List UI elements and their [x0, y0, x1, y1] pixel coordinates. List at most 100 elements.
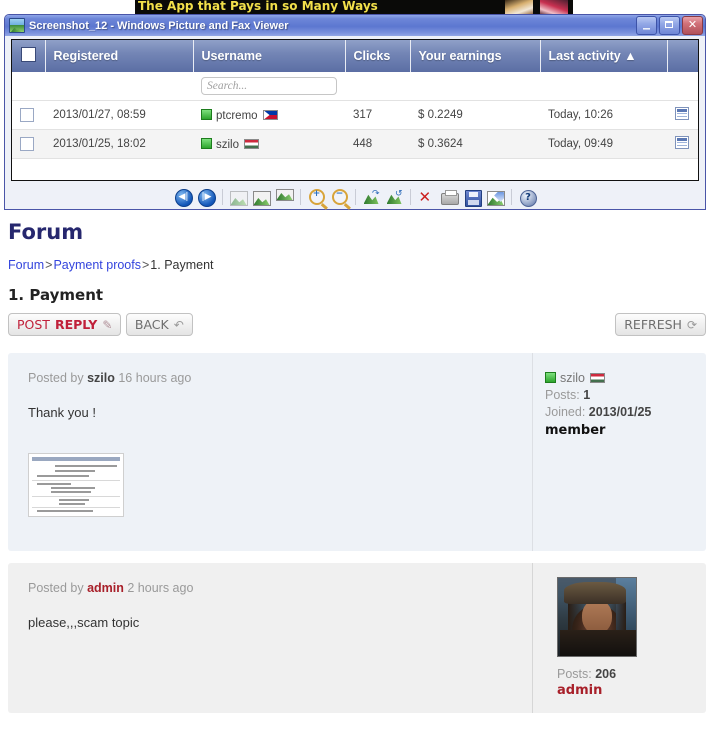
column-header-select-all[interactable]: [12, 40, 46, 72]
viewer-window-title: Screenshot_12 - Windows Picture and Fax …: [29, 19, 289, 32]
post-text: Thank you !: [28, 405, 96, 420]
maximize-button[interactable]: [659, 16, 680, 35]
banner-ad-text: The App that Pays in so Many Ways: [138, 0, 378, 13]
back-button[interactable]: BACK ↶: [125, 313, 193, 336]
posts-value: 206: [595, 667, 617, 681]
toolbar-separator: [507, 188, 516, 206]
cell-details-action[interactable]: [667, 129, 698, 159]
thumbnail-line: [59, 503, 85, 505]
thumbnail-rule: [32, 496, 120, 497]
banner-ad[interactable]: The App that Pays in so Many Ways: [0, 0, 714, 15]
sidebar-author-name[interactable]: szilo: [560, 371, 585, 385]
zoom-out-icon[interactable]: −: [328, 187, 351, 207]
column-header-registered[interactable]: Registered: [45, 40, 194, 72]
sidebar-rank-badge: admin: [557, 683, 603, 698]
close-button[interactable]: ✕: [682, 16, 703, 35]
viewer-title-bar[interactable]: Screenshot_12 - Windows Picture and Fax …: [5, 15, 705, 36]
refresh-icon: ⟳: [686, 317, 697, 332]
joined-value: 2013/01/25: [588, 405, 652, 419]
actual-size-icon[interactable]: [250, 187, 273, 207]
sidebar-posts-count: Posts: 206: [557, 667, 706, 681]
search-row-spacer-4: [410, 72, 540, 101]
post-reply-button[interactable]: POST REPLY ✎: [8, 313, 122, 336]
post-author-sidebar: Posts: 206 admin: [532, 563, 706, 713]
search-row-spacer-2: [45, 72, 193, 101]
thumbnail-line: [51, 487, 95, 489]
table-row[interactable]: 2013/01/25, 18:02 szilo 448 $ 0.3624 Tod…: [12, 129, 698, 159]
row-checkbox[interactable]: [20, 108, 34, 122]
column-header-username[interactable]: Username: [193, 40, 346, 72]
select-all-checkbox[interactable]: [21, 47, 36, 62]
rotate-counterclockwise-icon[interactable]: ↺: [383, 187, 406, 207]
username-label: szilo: [216, 138, 240, 151]
search-row-spacer-3: [345, 72, 410, 101]
posts-value: 1: [583, 388, 591, 402]
avatar-hat: [564, 582, 626, 604]
post-reply-label-a: POST: [17, 317, 50, 332]
breadcrumb-link-forum[interactable]: Forum: [8, 258, 44, 272]
topic-title: 1. Payment: [8, 286, 104, 304]
picture-icon: [9, 18, 25, 33]
thumbnail-rule: [32, 507, 120, 508]
row-select-cell[interactable]: [12, 100, 45, 130]
search-input[interactable]: Search...: [201, 77, 337, 95]
close-icon: ✕: [687, 18, 698, 31]
best-fit-icon[interactable]: [227, 187, 250, 207]
banner-thumb-2: [540, 0, 568, 15]
cell-earnings: $ 0.2249: [410, 100, 540, 130]
thumbnail-line: [59, 499, 89, 501]
online-status-icon: [201, 108, 212, 120]
sidebar-rank-badge: member: [545, 423, 606, 438]
table-search-row: Search...: [12, 72, 698, 101]
cell-details-action[interactable]: [667, 100, 698, 130]
minimize-button[interactable]: _: [636, 15, 657, 35]
row-select-cell[interactable]: [12, 129, 45, 159]
maximize-icon: [665, 21, 673, 28]
cell-clicks: 448: [345, 129, 410, 159]
breadcrumb-separator: >: [45, 258, 53, 272]
help-icon[interactable]: ?: [516, 187, 539, 207]
column-header-actions: [667, 40, 698, 72]
sidebar-posts-count: Posts: 1: [545, 388, 706, 402]
back-arrow-icon: ↶: [173, 317, 184, 332]
details-grid-icon[interactable]: [675, 107, 689, 120]
window-controls: _ ✕: [636, 15, 703, 35]
thumbnail-line: [55, 465, 117, 467]
print-icon[interactable]: [438, 187, 461, 207]
previous-image-icon[interactable]: ◀|: [172, 187, 195, 207]
details-grid-icon[interactable]: [675, 136, 689, 149]
posted-by-label: Posted by: [28, 371, 84, 385]
post-author[interactable]: szilo: [87, 371, 115, 385]
posted-by-label: Posted by: [28, 581, 84, 595]
post-attachment-thumbnail[interactable]: [28, 453, 124, 517]
back-label: BACK: [134, 317, 169, 332]
thumbnail-rule: [32, 480, 120, 481]
post-time: 2 hours ago: [127, 581, 194, 595]
post-time: 16 hours ago: [118, 371, 192, 385]
table-row[interactable]: 2013/01/27, 08:59 ptcremo 317 $ 0.2249 T…: [12, 100, 698, 130]
column-header-last-activity[interactable]: Last activity ▲: [540, 40, 668, 72]
viewer-toolbar: ◀| |▶ + − ↷ ↺ ✕ ?: [11, 185, 699, 209]
thumbnail-line: [51, 491, 91, 493]
column-header-earnings[interactable]: Your earnings: [410, 40, 541, 72]
page-title: Forum: [8, 220, 84, 244]
zoom-in-icon[interactable]: +: [305, 187, 328, 207]
post-author[interactable]: admin: [87, 581, 124, 595]
next-image-icon[interactable]: |▶: [195, 187, 218, 207]
save-icon[interactable]: [461, 187, 484, 207]
rotate-clockwise-icon[interactable]: ↷: [360, 187, 383, 207]
banner-right-fill: [573, 0, 714, 15]
breadcrumb-link-payment-proofs[interactable]: Payment proofs: [53, 258, 141, 272]
start-slideshow-icon[interactable]: [273, 187, 296, 207]
cell-registered: 2013/01/27, 08:59: [45, 100, 193, 130]
search-row-spacer-6: [667, 72, 698, 101]
column-header-clicks[interactable]: Clicks: [345, 40, 411, 72]
search-cell-username: Search...: [193, 72, 345, 101]
row-checkbox[interactable]: [20, 137, 34, 151]
forum-content: Forum Forum>Payment proofs>1. Payment 1.…: [0, 212, 714, 713]
edit-icon[interactable]: [484, 187, 507, 207]
delete-icon[interactable]: ✕: [415, 187, 438, 207]
breadcrumb-separator: >: [141, 258, 150, 272]
sidebar-joined-date: Joined: 2013/01/25: [545, 405, 706, 419]
refresh-button[interactable]: REFRESH ⟳: [615, 313, 706, 336]
